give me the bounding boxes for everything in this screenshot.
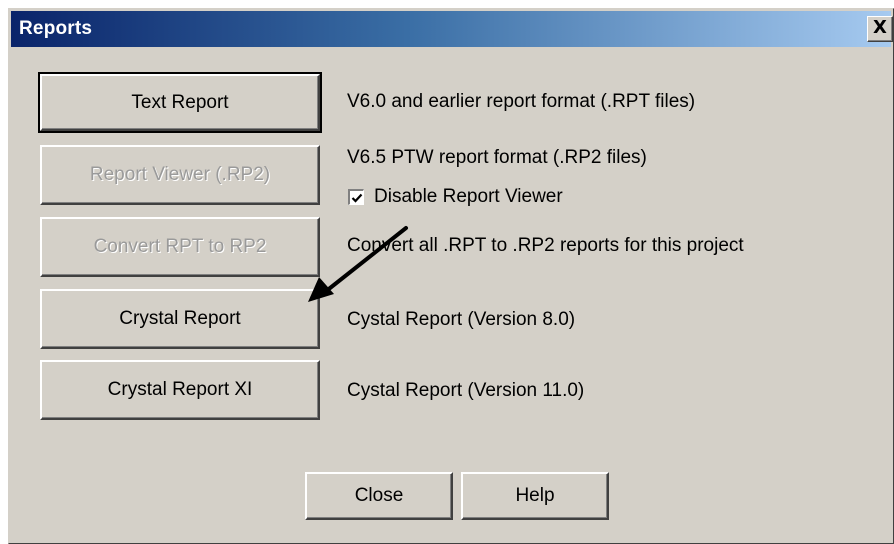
crystal-report-button-label: Crystal Report <box>119 308 241 329</box>
close-window-button[interactable]: X <box>867 16 893 42</box>
text-report-button[interactable]: Text Report <box>38 72 322 133</box>
help-button[interactable]: Help <box>461 472 609 520</box>
report-viewer-button-label: Report Viewer (.RP2) <box>89 164 271 185</box>
title-bar[interactable]: Reports X <box>11 11 893 47</box>
crystal-report-button[interactable]: Crystal Report <box>40 289 320 349</box>
crystal-report-xi-button-label: Crystal Report XI <box>107 379 253 400</box>
close-icon: X <box>873 17 887 38</box>
disable-report-viewer-label[interactable]: Disable Report Viewer <box>374 186 563 208</box>
convert-rpt-description: Convert all .RPT to .RP2 reports for thi… <box>347 235 744 256</box>
crystal-report-xi-button[interactable]: Crystal Report XI <box>40 360 320 420</box>
reports-dialog: Reports X Text Report V6.0 and earlier r… <box>8 8 894 544</box>
disable-report-viewer-checkbox[interactable] <box>348 189 364 205</box>
close-button[interactable]: Close <box>305 472 453 520</box>
help-button-label: Help <box>515 485 555 506</box>
crystal-report-description: Cystal Report (Version 8.0) <box>347 309 576 330</box>
dialog-title: Reports <box>19 18 93 39</box>
convert-rpt-button-label: Convert RPT to RP2 <box>93 236 267 257</box>
text-report-button-label: Text Report <box>131 91 229 113</box>
close-button-label: Close <box>354 485 404 506</box>
text-report-description: V6.0 and earlier report format (.RPT fil… <box>347 91 696 112</box>
convert-rpt-button[interactable]: Convert RPT to RP2 <box>40 217 320 277</box>
report-viewer-description: V6.5 PTW report format (.RP2 files) <box>347 147 647 168</box>
crystal-report-xi-description: Cystal Report (Version 11.0) <box>347 380 585 401</box>
checkmark-icon <box>351 193 362 203</box>
report-viewer-button[interactable]: Report Viewer (.RP2) <box>40 145 320 205</box>
